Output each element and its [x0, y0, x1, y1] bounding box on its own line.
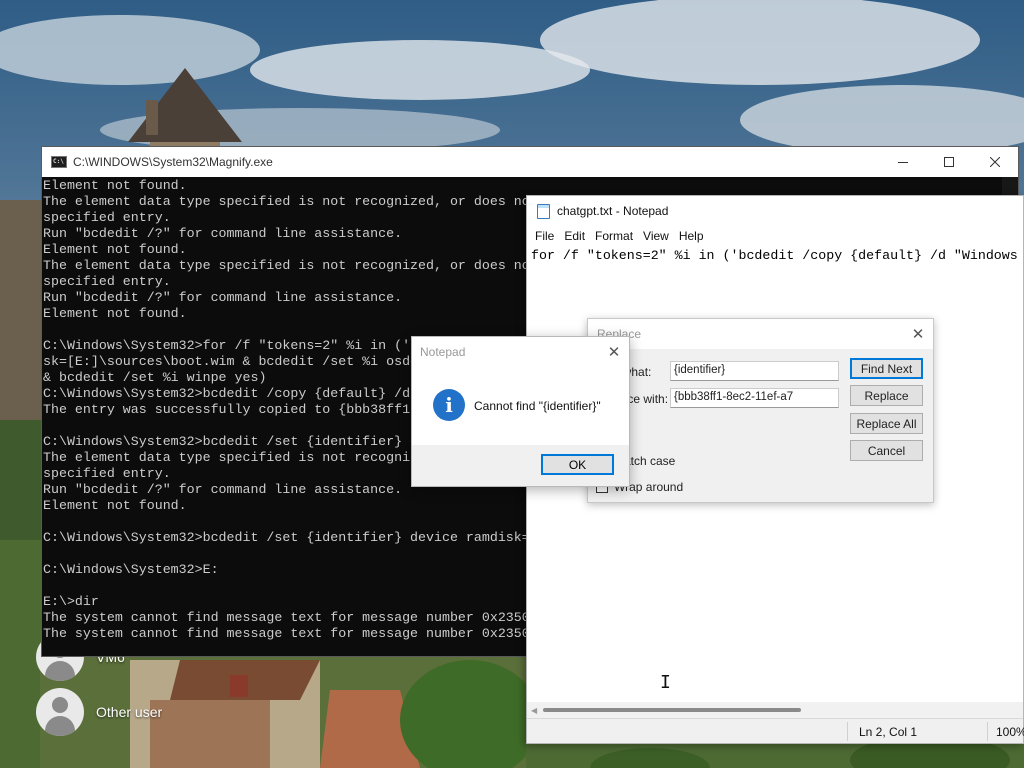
menu-file[interactable]: File	[530, 229, 559, 243]
cursor-position: Ln 2, Col 1	[859, 725, 918, 739]
notepad-menubar: File Edit Format View Help	[527, 226, 1023, 246]
replace-button[interactable]: Replace	[850, 385, 923, 406]
user-name: Other user	[96, 704, 163, 720]
menu-help[interactable]: Help	[674, 229, 709, 243]
menu-format[interactable]: Format	[590, 229, 638, 243]
close-button[interactable]	[972, 147, 1018, 177]
info-icon: i	[433, 389, 465, 421]
find-what-input[interactable]: {identifier}	[670, 361, 839, 381]
message-box-footer: OK	[412, 445, 629, 486]
replace-all-button[interactable]: Replace All	[850, 413, 923, 434]
scrollbar-thumb[interactable]	[543, 708, 801, 712]
minimize-button[interactable]	[880, 147, 926, 177]
find-next-button[interactable]: Find Next	[850, 358, 923, 379]
menu-view[interactable]: View	[638, 229, 674, 243]
notepad-title: chatgpt.txt - Notepad	[557, 204, 669, 218]
message-box[interactable]: Notepad ✕ i Cannot find "{identifier}" O…	[411, 336, 630, 487]
user-tile-other[interactable]: Other user	[36, 688, 162, 736]
replace-titlebar[interactable]: Replace ✕	[588, 319, 933, 349]
notepad-statusbar: Ln 2, Col 1 100%	[527, 718, 1024, 743]
message-box-title: Notepad	[420, 345, 466, 359]
notepad-horizontal-scrollbar[interactable]: ◀	[527, 702, 1023, 718]
replace-title: Replace	[597, 327, 642, 341]
replace-dialog[interactable]: Replace ✕ Find what: {identifier} Replac…	[587, 318, 934, 503]
message-text: Cannot find "{identifier}"	[474, 399, 601, 413]
replace-with-input[interactable]: {bbb38ff1-8ec2-11ef-a7	[670, 388, 839, 408]
zoom-level: 100%	[996, 725, 1024, 739]
console-app-icon: C:\	[51, 156, 67, 168]
close-icon[interactable]: ✕	[903, 325, 933, 343]
notepad-text-area[interactable]: for /f "tokens=2" %i in ('bcdedit /copy …	[531, 247, 1021, 265]
console-title: C:\WINDOWS\System32\Magnify.exe	[73, 155, 273, 169]
user-avatar-icon	[36, 688, 84, 736]
notepad-icon	[537, 203, 550, 219]
close-icon[interactable]: ✕	[599, 343, 629, 361]
console-titlebar[interactable]: C:\ C:\WINDOWS\System32\Magnify.exe	[42, 147, 1018, 177]
notepad-titlebar[interactable]: chatgpt.txt - Notepad	[527, 196, 1023, 226]
cancel-button[interactable]: Cancel	[850, 440, 923, 461]
text-cursor-icon: I	[660, 672, 671, 693]
ok-button[interactable]: OK	[541, 454, 614, 475]
menu-edit[interactable]: Edit	[559, 229, 590, 243]
maximize-button[interactable]	[926, 147, 972, 177]
message-box-titlebar[interactable]: Notepad ✕	[412, 337, 629, 367]
scroll-left-icon[interactable]: ◀	[531, 706, 537, 715]
console-line: Element not found.	[43, 178, 187, 193]
